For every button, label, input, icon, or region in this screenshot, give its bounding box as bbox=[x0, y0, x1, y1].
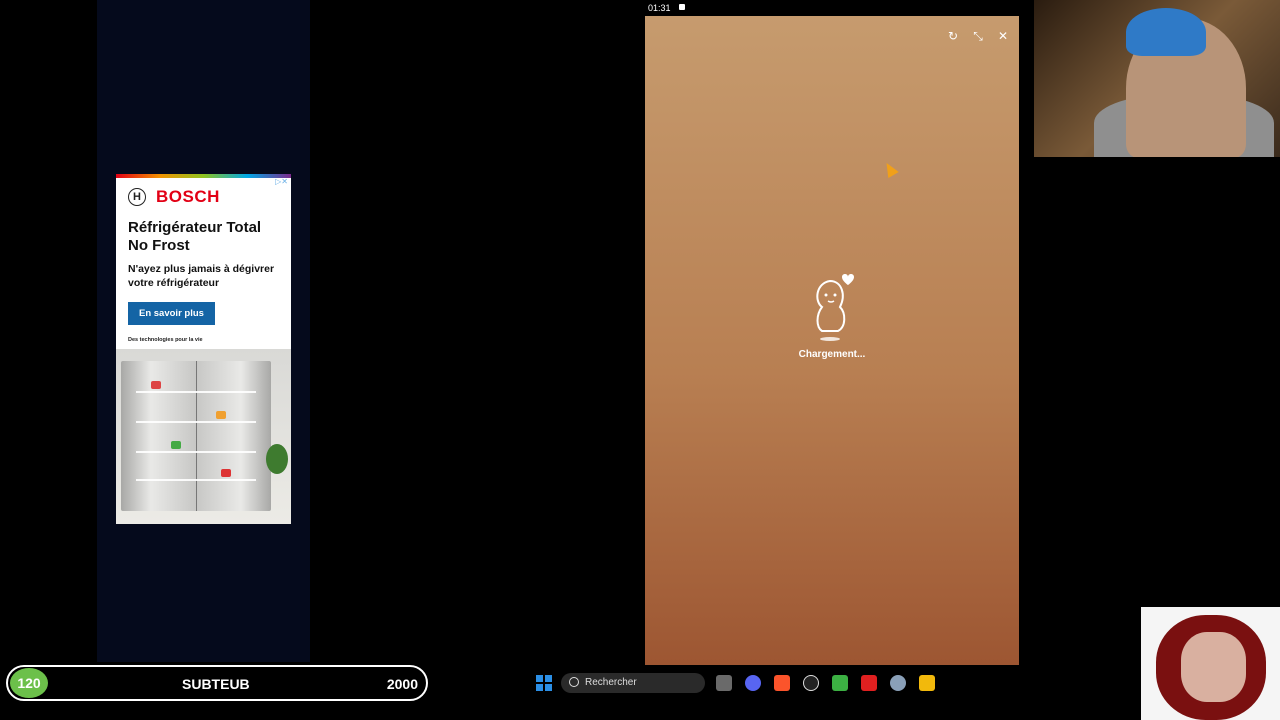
ad-cta-button[interactable]: En savoir plus bbox=[128, 302, 215, 325]
search-icon bbox=[569, 677, 579, 687]
loading-label: Chargement... bbox=[798, 349, 866, 360]
windows-start-icon[interactable] bbox=[536, 675, 552, 691]
lock-icon bbox=[679, 4, 685, 10]
ad-brand: H BOSCH bbox=[128, 187, 291, 207]
loading-popup-window[interactable]: ↻ ⤡ ✕ Chargement... bbox=[645, 16, 1019, 665]
ad-fridge-image[interactable] bbox=[116, 349, 291, 524]
mascot-icon bbox=[816, 274, 854, 341]
ad-tagline: Des technologies pour la vie bbox=[128, 337, 203, 343]
ad-brand-name: BOSCH bbox=[156, 187, 220, 206]
chrome-icon[interactable] bbox=[919, 675, 935, 691]
taskbar-search-placeholder: Rechercher bbox=[585, 677, 637, 688]
center-dark-area bbox=[310, 0, 645, 665]
taskbar: Rechercher bbox=[440, 666, 1140, 700]
clock-text: 01:31 bbox=[648, 3, 671, 13]
ad-title: Réfrigérateur Total No Frost bbox=[128, 219, 262, 254]
webcam-overlay-main bbox=[1034, 0, 1280, 157]
score-name: SUBTEUB bbox=[182, 676, 250, 692]
plant-decoration bbox=[266, 444, 288, 474]
taskbar-search-box[interactable]: Rechercher bbox=[561, 673, 705, 693]
ad-color-stripe bbox=[116, 174, 291, 178]
file-explorer-icon[interactable] bbox=[716, 675, 732, 691]
settings-icon[interactable] bbox=[890, 675, 906, 691]
bosch-logo-icon: H bbox=[128, 188, 146, 206]
collapse-icon[interactable]: ⤡ bbox=[970, 28, 986, 44]
youtube-icon[interactable] bbox=[861, 675, 877, 691]
ad-subtitle: N'ayez plus jamais à dégivrer votre réfr… bbox=[128, 263, 275, 289]
brave-browser-icon[interactable] bbox=[774, 675, 790, 691]
obs-icon[interactable] bbox=[803, 675, 819, 691]
webcam-overlay-secondary bbox=[1141, 607, 1280, 720]
scoreboard-bar: 120 SUBTEUB 2000 bbox=[6, 665, 428, 701]
fridge-icon bbox=[121, 361, 271, 511]
ad-choices-icon[interactable]: ▷✕ bbox=[275, 177, 288, 186]
score-count-badge: 120 bbox=[10, 668, 48, 698]
close-icon[interactable]: ✕ bbox=[995, 28, 1011, 44]
headset-icon bbox=[1126, 8, 1206, 56]
spreadsheet-icon[interactable] bbox=[832, 675, 848, 691]
discord-icon[interactable] bbox=[745, 675, 761, 691]
bosch-ad-banner[interactable]: ▷✕ H BOSCH Réfrigérateur Total No Frost … bbox=[116, 174, 291, 524]
score-target: 2000 bbox=[386, 676, 418, 692]
refresh-icon[interactable]: ↻ bbox=[945, 28, 961, 44]
